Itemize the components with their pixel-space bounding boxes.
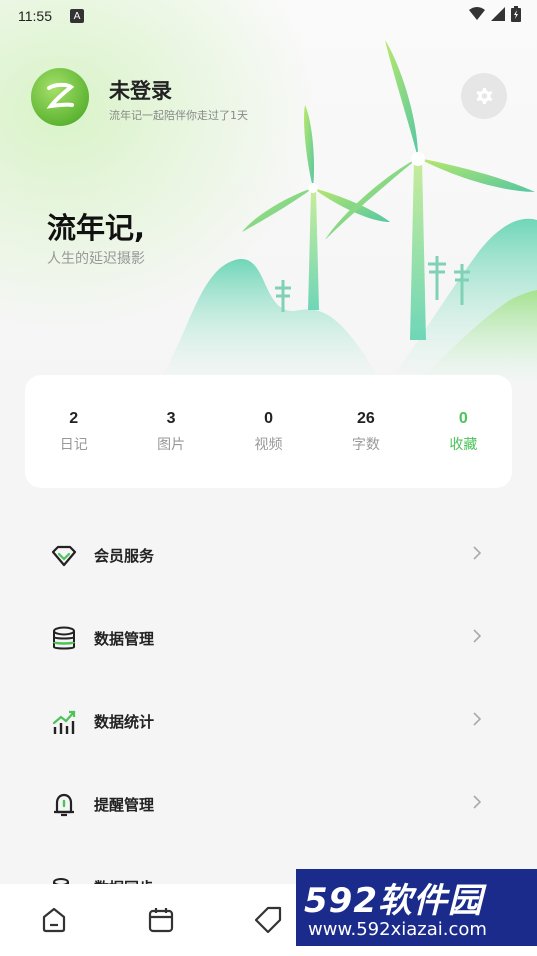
stat-images[interactable]: 3 图片 <box>122 410 219 454</box>
stat-favorites[interactable]: 0 收藏 <box>415 410 512 454</box>
stat-value: 0 <box>458 409 468 427</box>
chevron-right-icon <box>473 712 482 726</box>
chevron-right-icon <box>473 546 482 560</box>
watermark-brand: 592软件园 <box>304 881 483 921</box>
settings-menu: 会员服务 数据管理 数据统计 提醒管理 数据同步 <box>0 514 537 929</box>
tag-icon <box>254 906 281 934</box>
home-icon <box>42 907 65 933</box>
stat-value: 0 <box>264 409 273 427</box>
bell-icon <box>50 791 78 819</box>
stat-diary[interactable]: 2 日记 <box>25 410 122 454</box>
stats-card: 2 日记 3 图片 0 视频 26 字数 0 收藏 <box>25 375 512 488</box>
calendar-icon <box>148 908 173 933</box>
stat-label: 收藏 <box>449 436 478 453</box>
user-subtitle: 流年记一起陪伴你走过了1天 <box>109 109 248 122</box>
nav-calendar[interactable] <box>107 884 214 956</box>
stat-label: 日记 <box>59 436 88 453</box>
chart-icon <box>50 708 78 736</box>
database-icon <box>50 625 78 653</box>
menu-item-label: 数据统计 <box>94 713 155 731</box>
menu-item-statistics[interactable]: 数据统计 <box>0 680 537 763</box>
status-time: 11:55 <box>18 8 52 24</box>
signal-icon <box>491 7 505 21</box>
stat-label: 图片 <box>157 436 186 453</box>
wifi-icon <box>469 7 485 20</box>
chevron-right-icon <box>473 795 482 809</box>
menu-item-data-management[interactable]: 数据管理 <box>0 597 537 680</box>
nav-home[interactable] <box>0 884 107 956</box>
slogan-subtitle: 人生的延迟摄影 <box>47 251 145 267</box>
stat-videos[interactable]: 0 视频 <box>220 410 317 454</box>
menu-item-membership[interactable]: 会员服务 <box>0 514 537 597</box>
menu-item-label: 数据管理 <box>94 630 155 648</box>
gear-icon <box>476 87 493 105</box>
slogan-title: 流年记, <box>47 211 146 245</box>
stat-word-count[interactable]: 26 字数 <box>317 410 414 454</box>
settings-button[interactable] <box>461 73 507 119</box>
stat-label: 字数 <box>351 436 380 453</box>
status-icons <box>469 6 521 22</box>
watermark-url: www.592xiazai.com <box>308 919 487 940</box>
stat-label: 视频 <box>254 436 283 453</box>
diamond-icon <box>50 542 78 570</box>
user-name[interactable]: 未登录 <box>109 75 172 105</box>
watermark-overlay: 592软件园 www.592xiazai.com <box>296 869 537 946</box>
battery-icon <box>511 6 521 22</box>
chevron-right-icon <box>473 629 482 643</box>
stat-value: 3 <box>166 409 176 427</box>
stat-value: 26 <box>357 409 375 427</box>
status-bar: 11:55 A <box>0 0 537 32</box>
hero-banner <box>0 0 537 380</box>
app-logo-icon <box>46 82 75 109</box>
stat-value: 2 <box>69 409 79 427</box>
menu-item-label: 提醒管理 <box>94 796 155 814</box>
wind-turbine-illustration <box>160 40 537 380</box>
avatar[interactable] <box>31 68 89 126</box>
menu-item-reminders[interactable]: 提醒管理 <box>0 763 537 846</box>
menu-item-label: 会员服务 <box>94 547 155 565</box>
notification-badge-icon: A <box>70 9 84 23</box>
